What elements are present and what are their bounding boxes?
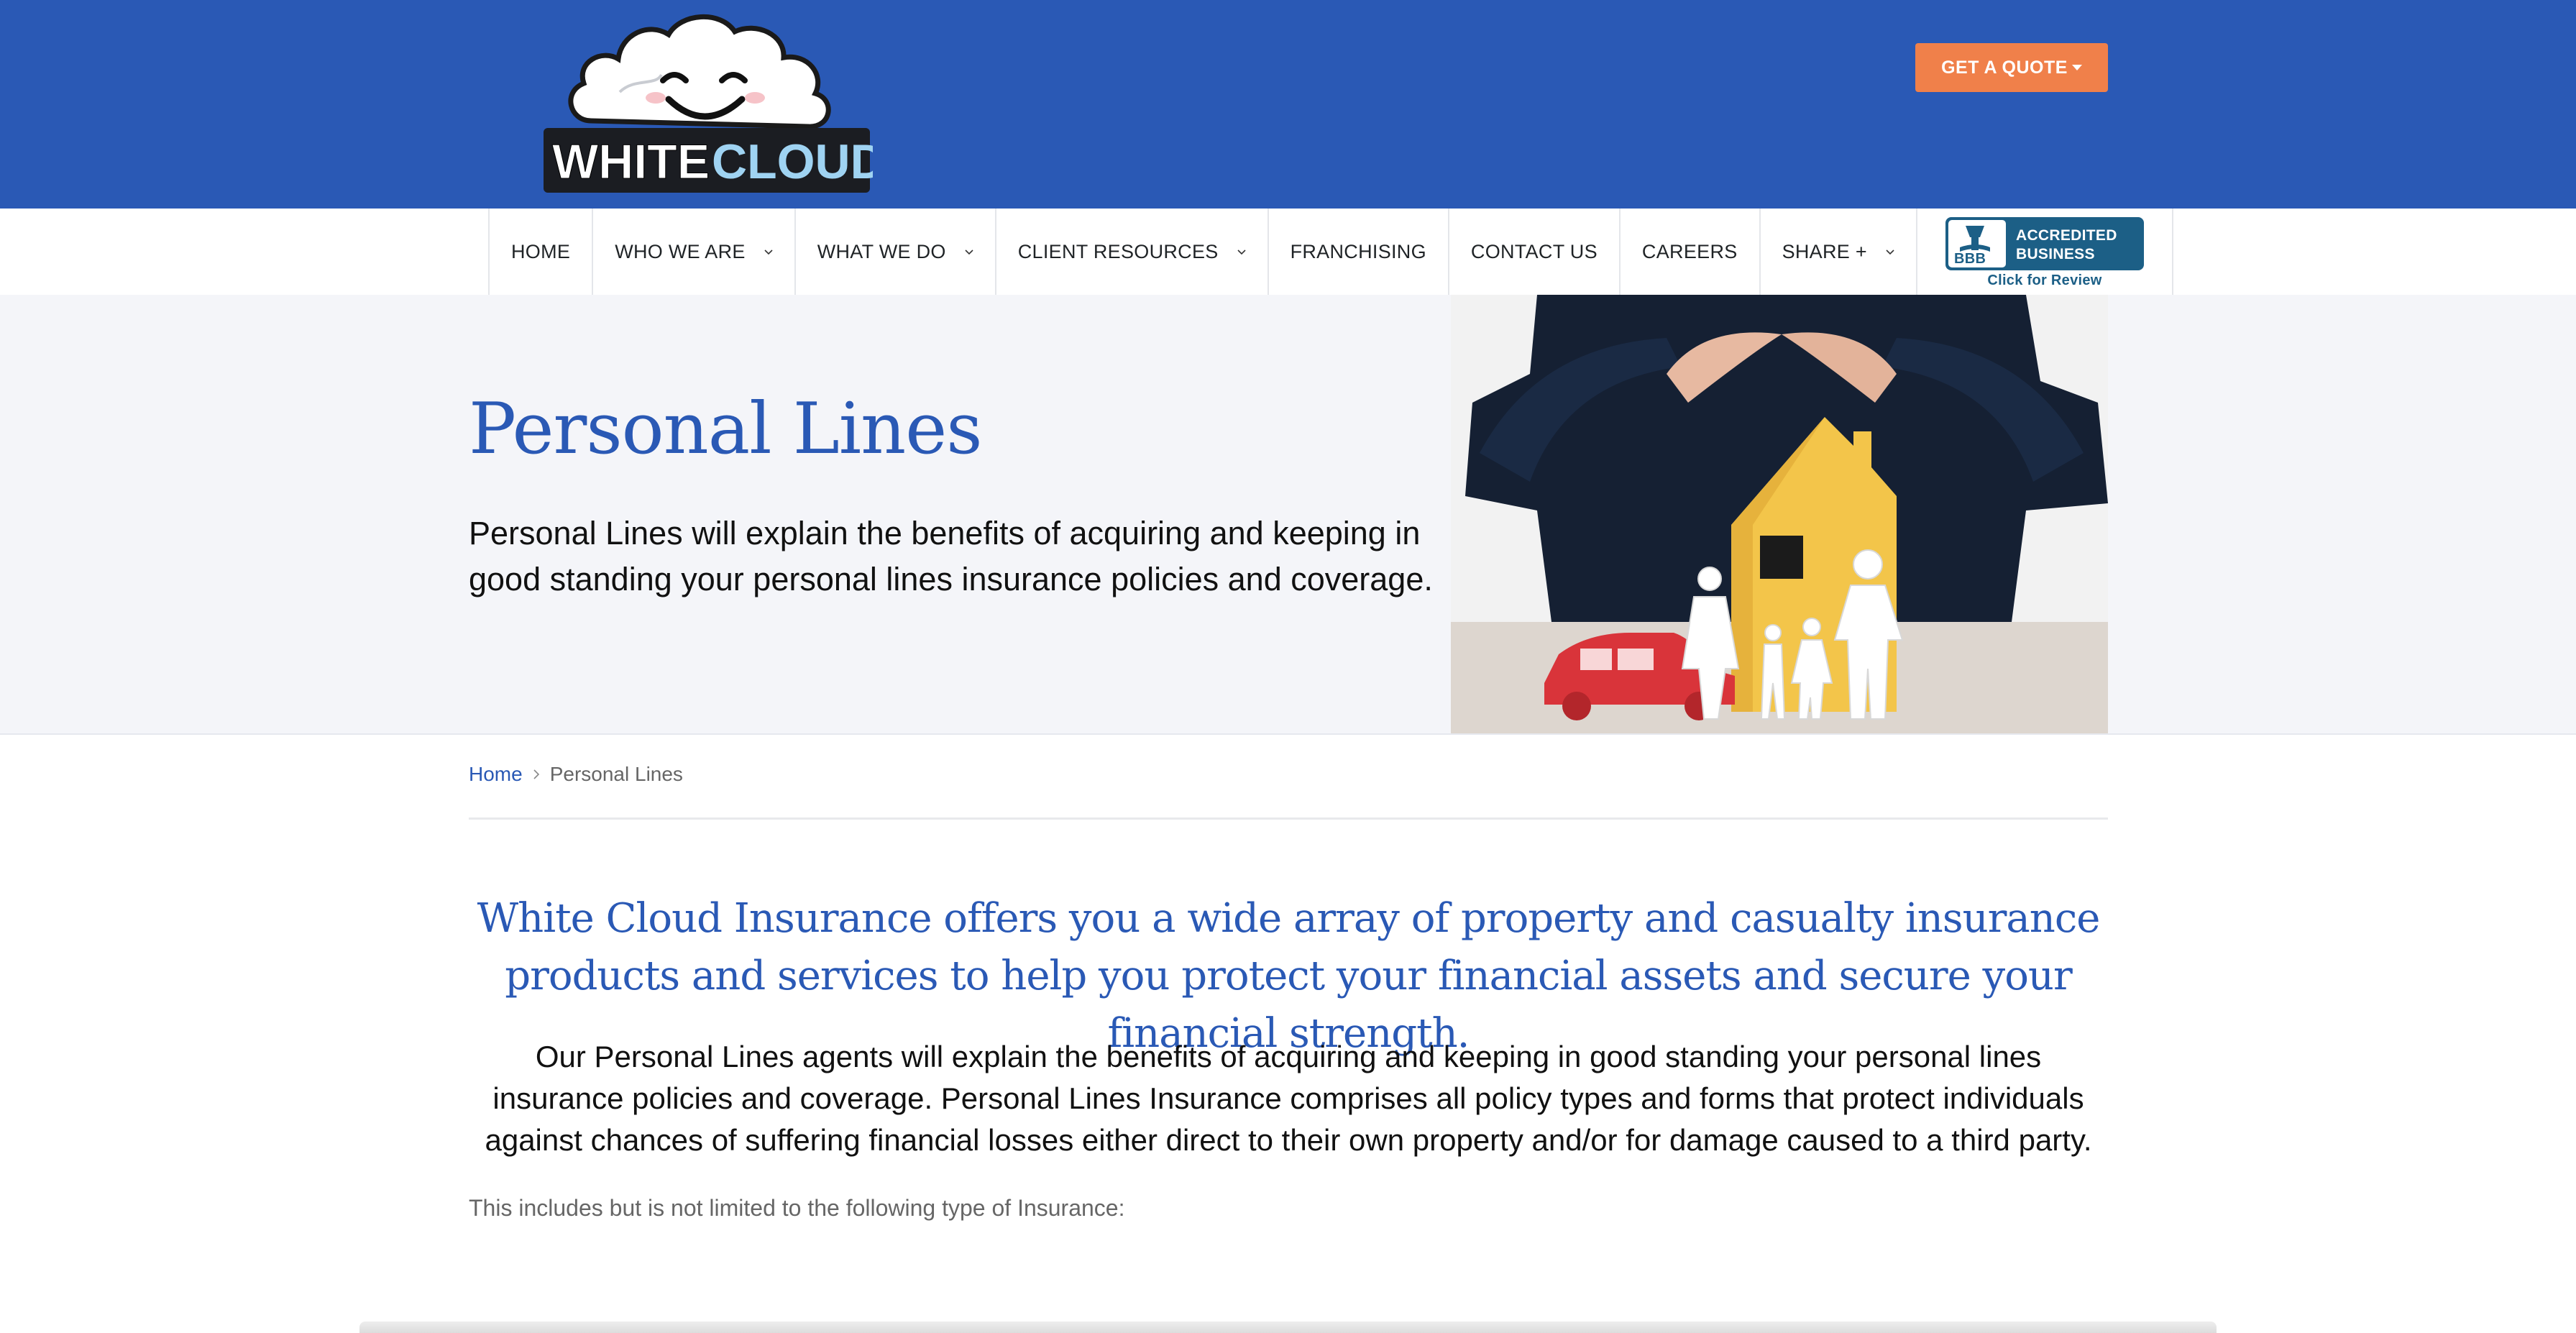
logo-text-white: WHITE bbox=[552, 134, 710, 189]
nav-item-home[interactable]: HOME bbox=[490, 209, 594, 295]
nav-menu: HOME WHO WE ARE WHAT WE DO CLIENT RESOUR… bbox=[488, 209, 2173, 295]
caret-down-icon bbox=[2071, 65, 2082, 70]
insurance-types-intro: This includes but is not limited to the … bbox=[469, 1195, 1125, 1221]
nav-item-careers[interactable]: CAREERS bbox=[1621, 209, 1761, 295]
nav-item-client-resources[interactable]: CLIENT RESOURCES bbox=[996, 209, 1269, 295]
top-header: WHITE CLOUD GET A QUOTE bbox=[0, 0, 2576, 209]
hero-description: Personal Lines will explain the benefits… bbox=[469, 515, 1433, 597]
hero-image-house-family bbox=[1451, 295, 2108, 733]
nav-item-label: SHARE + bbox=[1782, 240, 1867, 262]
page-title: Personal Lines bbox=[469, 388, 983, 470]
nav-item-label: HOME bbox=[511, 240, 571, 262]
nav-item-label: CONTACT US bbox=[1470, 240, 1598, 262]
cloud-logo-icon bbox=[568, 14, 831, 129]
bbb-caption: Click for Review bbox=[1987, 272, 2101, 288]
bbb-accredited-badge[interactable]: BBB ACCREDITED BUSINESS Click for Review bbox=[1917, 209, 2173, 295]
nav-item-label: WHAT WE DO bbox=[817, 240, 946, 262]
chevron-right-icon bbox=[533, 769, 539, 779]
nav-item-who-we-are[interactable]: WHO WE ARE bbox=[593, 209, 796, 295]
breadcrumb-current: Personal Lines bbox=[549, 763, 683, 785]
nav-item-label: CAREERS bbox=[1641, 240, 1738, 262]
content-card-edge bbox=[359, 1321, 2217, 1333]
breadcrumb-home-link[interactable]: Home bbox=[469, 763, 523, 786]
main-navigation: HOME WHO WE ARE WHAT WE DO CLIENT RESOUR… bbox=[0, 209, 2576, 295]
nav-item-contact-us[interactable]: CONTACT US bbox=[1449, 209, 1621, 295]
chevron-down-icon bbox=[965, 249, 973, 255]
nav-item-label: FRANCHISING bbox=[1290, 240, 1426, 262]
nav-item-what-we-do[interactable]: WHAT WE DO bbox=[796, 209, 996, 295]
hero-section: Personal Lines Personal Lines will expla… bbox=[0, 295, 2576, 735]
divider bbox=[469, 817, 2108, 820]
breadcrumb: Home Personal Lines bbox=[469, 763, 683, 786]
logo-text-blue: CLOUD bbox=[712, 134, 873, 189]
quote-button-label: GET A QUOTE bbox=[1941, 57, 2068, 78]
nav-item-franchising[interactable]: FRANCHISING bbox=[1269, 209, 1449, 295]
chevron-down-icon bbox=[1886, 249, 1894, 255]
bbb-mark: BBB bbox=[1954, 251, 1986, 267]
chevron-down-icon bbox=[764, 249, 773, 255]
nav-item-share[interactable]: SHARE + bbox=[1761, 209, 1917, 295]
nav-item-label: WHO WE ARE bbox=[615, 240, 746, 262]
bbb-badge-graphic: BBB ACCREDITED BUSINESS Click for Review bbox=[1945, 217, 2144, 288]
get-a-quote-button[interactable]: GET A QUOTE bbox=[1915, 43, 2108, 92]
bbb-line1: ACCREDITED bbox=[2016, 227, 2117, 244]
body-paragraph: Our Personal Lines agents will explain t… bbox=[485, 1040, 2092, 1157]
white-cloud-logo[interactable]: WHITE CLOUD bbox=[541, 6, 873, 196]
chevron-down-icon bbox=[1237, 249, 1246, 255]
bbb-line2: BUSINESS bbox=[2016, 246, 2095, 262]
nav-item-label: CLIENT RESOURCES bbox=[1017, 240, 1219, 262]
